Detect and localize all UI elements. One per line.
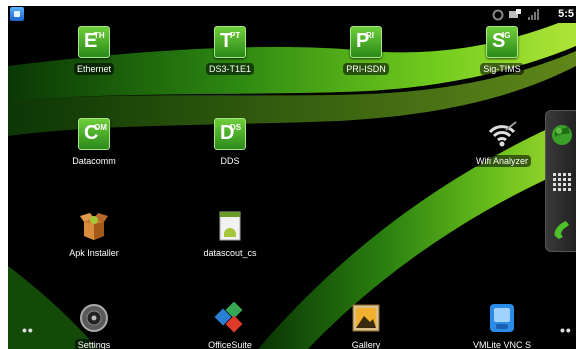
settings-knob-icon [78, 302, 110, 334]
pager-right-indicator[interactable]: •• [560, 322, 572, 338]
officesuite-icon [214, 301, 246, 334]
app-ds3-t1e1[interactable]: T PT DS3-T1E1 [182, 26, 278, 77]
package-box-icon [78, 210, 110, 242]
sig-tims-icon: S IG [486, 26, 518, 58]
ethernet-icon: E TH [78, 26, 110, 58]
app-label: DS3-T1E1 [205, 63, 255, 75]
app-label: VMLite VNC S [469, 339, 535, 349]
dds-icon: D DS [214, 118, 246, 150]
app-wifi-analyzer[interactable]: Wifi Analyzer [454, 118, 550, 169]
app-settings[interactable]: Settings [46, 302, 142, 349]
app-sig-tims[interactable]: S IG Sig-TIMS [454, 26, 550, 77]
app-datacomm[interactable]: C OM Datacomm [46, 118, 142, 169]
sync-icon [492, 9, 504, 21]
app-label: OfficeSuite [205, 339, 255, 349]
pager-left-indicator[interactable]: •• [22, 322, 34, 338]
app-label: Apk Installer [66, 247, 122, 259]
wifi-icon [486, 118, 518, 150]
gallery-picture-icon [350, 302, 382, 334]
screen-icon [509, 9, 521, 18]
app-drawer-grid-icon[interactable] [550, 169, 574, 193]
app-label: Sig-TIMS [480, 63, 524, 75]
status-bar: 5:5 [8, 6, 576, 23]
vnc-icon [486, 302, 518, 334]
app-label: Datacomm [69, 155, 119, 167]
app-pri-isdn[interactable]: P RI PRI-ISDN [318, 26, 414, 77]
pri-isdn-icon: P RI [350, 26, 382, 58]
clock: 5:5 [558, 8, 574, 20]
app-label: Settings [74, 339, 114, 349]
app-dds[interactable]: D DS DDS [182, 118, 278, 169]
app-label: datascout_cs [200, 247, 260, 259]
android-home-screen: 5:5 E TH Ethernet T PT DS3-T1E1 P RI PRI-IS… [8, 6, 576, 349]
app-label: PRI-ISDN [343, 63, 389, 75]
browser-globe-icon[interactable] [550, 123, 574, 147]
app-label: Wifi Analyzer [472, 155, 531, 167]
phone-handset-icon[interactable] [550, 217, 574, 241]
right-launcher-dock [545, 110, 576, 252]
app-label: Ethernet [73, 63, 115, 75]
signal-bars-icon [528, 9, 539, 20]
app-officesuite[interactable]: OfficeSuite [182, 301, 278, 349]
notification-icon[interactable] [10, 7, 24, 21]
app-ethernet[interactable]: E TH Ethernet [46, 26, 142, 77]
app-label: DDS [217, 155, 243, 167]
app-datascout[interactable]: datascout_cs [182, 210, 278, 261]
datacomm-icon: C OM [78, 118, 110, 150]
app-vmlite-vnc[interactable]: VMLite VNC S [454, 302, 550, 349]
app-label: Gallery [348, 339, 384, 349]
app-gallery[interactable]: Gallery [318, 302, 414, 349]
ds3-t1e1-icon: T PT [214, 26, 246, 58]
app-apk-installer[interactable]: Apk Installer [46, 210, 142, 261]
apk-file-icon [214, 210, 246, 242]
